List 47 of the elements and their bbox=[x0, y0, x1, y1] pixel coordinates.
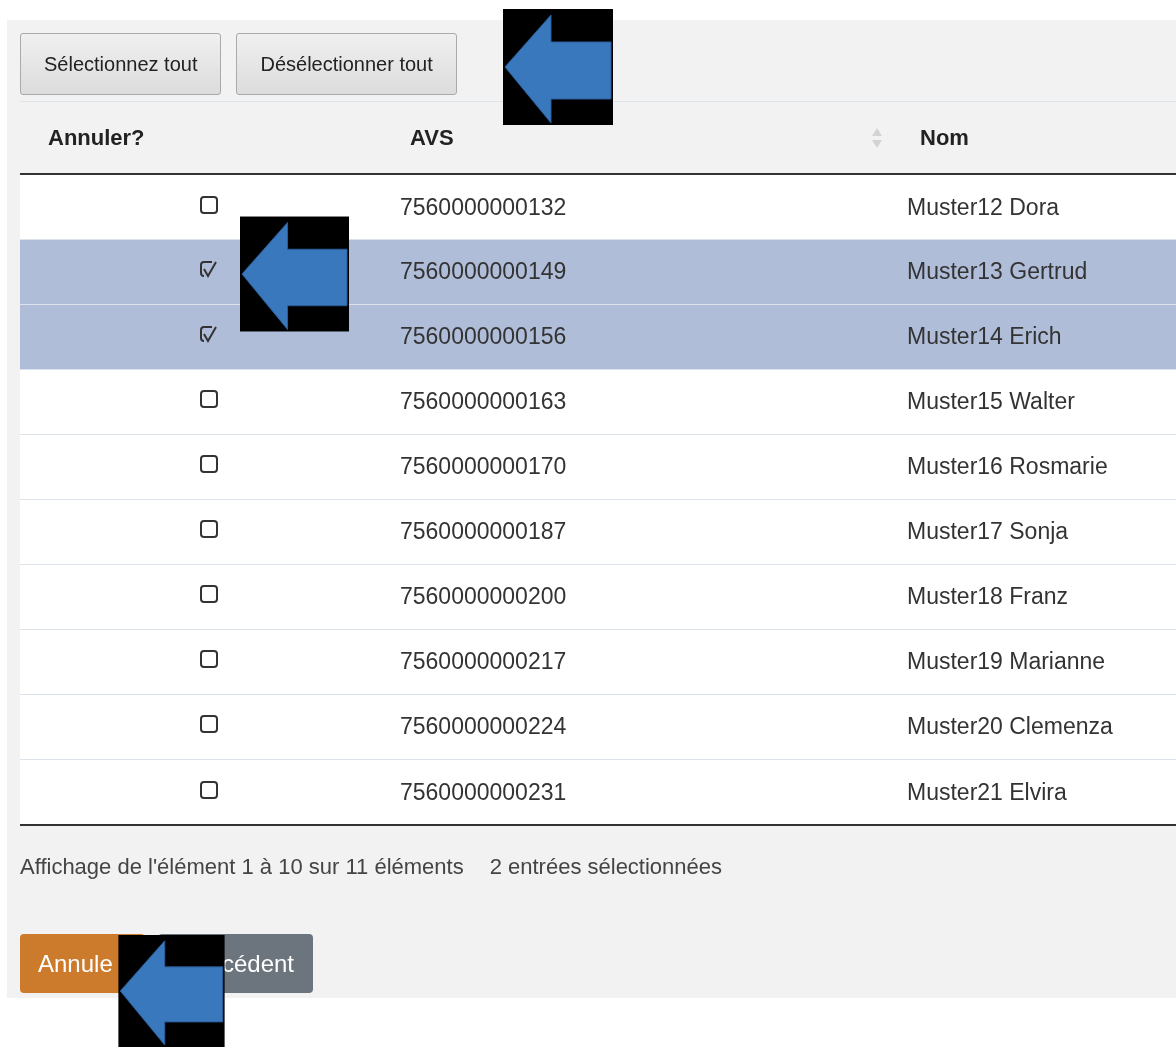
table-row[interactable]: 7560000000187 Muster17 Sonja bbox=[20, 499, 1176, 564]
column-header[interactable]: Annuler? bbox=[48, 121, 145, 154]
table-row[interactable]: 7560000000156 Muster14 Erich bbox=[20, 304, 1176, 369]
checkbox[interactable] bbox=[199, 259, 219, 280]
checkbox[interactable] bbox=[199, 389, 219, 410]
table-row[interactable]: 7560000000132 Muster12 Dora bbox=[20, 174, 1176, 239]
table-cell: Muster15 Walter bbox=[907, 388, 1075, 415]
table-cell: Muster20 Clemenza bbox=[907, 713, 1113, 740]
table-cell: 7560000000132 bbox=[400, 193, 567, 220]
table-cell: 7560000000187 bbox=[400, 518, 567, 545]
checkbox[interactable] bbox=[199, 584, 219, 605]
checkbox[interactable] bbox=[199, 194, 219, 215]
table-cell: 7560000000156 bbox=[400, 323, 567, 350]
column-header[interactable]: Nom bbox=[920, 121, 969, 154]
table-info-text: Affichage de l'élément 1 à 10 sur 11 éléments bbox=[20, 853, 464, 881]
table-cell: Muster18 Franz bbox=[907, 583, 1069, 610]
table-cell: 7560000000163 bbox=[400, 388, 567, 415]
checkbox[interactable] bbox=[199, 649, 219, 670]
table-cell: Muster13 Gertrud bbox=[907, 258, 1088, 285]
table-row[interactable]: 7560000000224 Muster20 Clemenza bbox=[20, 694, 1176, 759]
table-cell: Muster19 Marianne bbox=[907, 648, 1106, 675]
checkbox[interactable] bbox=[199, 519, 219, 540]
checkbox[interactable] bbox=[199, 324, 219, 345]
selection-count-text: 2 entrées sélectionnées bbox=[489, 853, 723, 881]
table-cell: Muster12 Dora bbox=[907, 193, 1060, 220]
table-cell: Muster17 Sonja bbox=[907, 518, 1069, 545]
table-cell: Muster21 Elvira bbox=[907, 778, 1067, 805]
table-cell: 7560000000200 bbox=[400, 583, 567, 610]
table-cell: 7560000000224 bbox=[400, 713, 567, 740]
table-row[interactable]: 7560000000149 Muster13 Gertrud bbox=[20, 239, 1176, 304]
deselect-all-button[interactable]: Désélectionner tout bbox=[236, 33, 457, 95]
select-all-button[interactable]: Sélectionnez tout bbox=[20, 33, 222, 95]
checkbox[interactable] bbox=[199, 714, 219, 735]
table-row[interactable]: 7560000000217 Muster19 Marianne bbox=[20, 629, 1176, 694]
table-cell: Muster16 Rosmarie bbox=[907, 453, 1108, 480]
column-header[interactable]: AVS bbox=[410, 121, 454, 154]
table-row[interactable]: 7560000000231 Muster21 Elvira bbox=[20, 759, 1176, 824]
table-row[interactable]: 7560000000200 Muster18 Franz bbox=[20, 564, 1176, 629]
checkbox[interactable] bbox=[199, 454, 219, 475]
table-cell: Muster14 Erich bbox=[907, 323, 1062, 350]
table-cell: 7560000000217 bbox=[400, 648, 567, 675]
checkbox[interactable] bbox=[199, 779, 219, 800]
table-cell: 7560000000170 bbox=[400, 453, 567, 480]
table-row[interactable]: 7560000000170 Muster16 Rosmarie bbox=[20, 434, 1176, 499]
table-row[interactable]: 7560000000163 Muster15 Walter bbox=[20, 369, 1176, 434]
table-cell: 7560000000149 bbox=[400, 258, 567, 285]
table-cell: 7560000000231 bbox=[400, 778, 567, 805]
